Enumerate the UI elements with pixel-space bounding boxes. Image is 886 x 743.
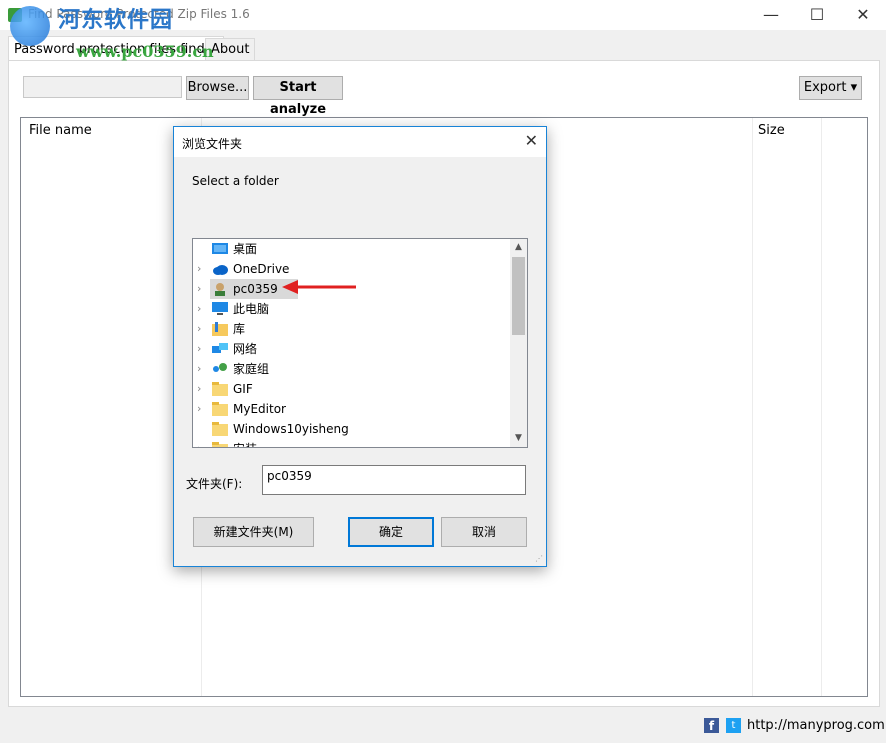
watermark-url: www.pc0359.cn	[76, 42, 214, 61]
folder-input[interactable]: pc0359	[262, 465, 526, 495]
tree-item[interactable]: › 此电脑	[193, 299, 509, 319]
folder-icon	[212, 382, 228, 396]
tree-item-label: GIF	[233, 382, 253, 396]
twitter-icon[interactable]: t	[726, 718, 741, 733]
expand-chevron-icon[interactable]: ›	[197, 359, 209, 379]
computer-icon	[212, 302, 228, 316]
browse-folder-dialog: 浏览文件夹 ✕ Select a folder 桌面 › OneDrive › pc03…	[173, 126, 547, 567]
watermark-text: 河东软件园	[58, 7, 174, 33]
dialog-close-icon[interactable]: ✕	[525, 131, 538, 150]
tree-item-label: OneDrive	[233, 262, 290, 276]
tree-item[interactable]: › OneDrive	[193, 259, 509, 279]
tree-item-label: 家庭组	[233, 362, 270, 376]
column-header-file-name[interactable]: File name	[29, 123, 92, 138]
ok-button[interactable]: 确定	[348, 517, 434, 547]
user-icon	[212, 282, 228, 296]
path-input[interactable]	[23, 76, 182, 98]
facebook-icon[interactable]: f	[704, 718, 719, 733]
folder-icon	[212, 402, 228, 416]
expand-chevron-icon[interactable]: ›	[197, 439, 209, 447]
tree-item[interactable]: › GIF	[193, 379, 509, 399]
tree-item[interactable]: › MyEditor	[193, 399, 509, 419]
tree-item-label: 桌面	[233, 242, 258, 256]
start-analyze-button[interactable]: Start analyze	[253, 76, 343, 117]
expand-chevron-icon[interactable]: ›	[197, 319, 209, 339]
tree-item-label: 此电脑	[233, 302, 270, 316]
tree-item-label: Windows10yisheng	[233, 422, 349, 436]
tree-item-label: MyEditor	[233, 402, 286, 416]
tree-scrollbar[interactable]: ▲ ▼	[510, 239, 527, 447]
expand-chevron-icon[interactable]: ›	[197, 339, 209, 359]
tree-item-label: 安装	[233, 439, 257, 447]
folder-icon	[212, 422, 228, 436]
desktop-icon	[212, 242, 228, 256]
tree-item[interactable]: Windows10yisheng	[193, 419, 509, 439]
tree-item[interactable]: › 家庭组	[193, 359, 509, 379]
column-divider	[752, 118, 753, 696]
dialog-title-bar: 浏览文件夹 ✕	[174, 127, 546, 157]
dialog-title: 浏览文件夹	[182, 137, 243, 151]
network-icon	[212, 342, 228, 356]
scroll-up-icon[interactable]: ▲	[510, 239, 527, 256]
maximize-button[interactable]: ☐	[794, 0, 840, 30]
tree-item[interactable]: › 网络	[193, 339, 509, 359]
tree-item[interactable]: › 安装	[193, 439, 509, 447]
close-button[interactable]: ✕	[840, 0, 886, 30]
column-header-size[interactable]: Size	[758, 123, 785, 138]
homegroup-icon	[212, 362, 228, 376]
scroll-thumb[interactable]	[512, 257, 525, 335]
annotation-arrow-icon	[282, 280, 356, 294]
cloud-icon	[212, 262, 228, 276]
tree-item-label: pc0359	[233, 282, 278, 296]
folder-tree[interactable]: 桌面 › OneDrive › pc0359 › 此电脑 › 库 › 网络 › 家庭组 › GIF › MyEd…	[192, 238, 528, 448]
expand-chevron-icon[interactable]: ›	[197, 379, 209, 399]
tree-item-label: 库	[233, 322, 246, 336]
new-folder-button[interactable]: 新建文件夹(M)	[193, 517, 314, 547]
expand-chevron-icon[interactable]: ›	[197, 399, 209, 419]
browse-button[interactable]: Browse...	[186, 76, 249, 100]
export-button[interactable]: Export ▾	[799, 76, 862, 100]
website-link[interactable]: http://manyprog.com	[747, 718, 885, 733]
dialog-description: Select a folder	[192, 174, 279, 188]
library-icon	[212, 322, 228, 336]
expand-chevron-icon[interactable]: ›	[197, 279, 209, 299]
tree-item[interactable]: › 库	[193, 319, 509, 339]
column-divider	[821, 118, 822, 696]
expand-chevron-icon[interactable]: ›	[197, 299, 209, 319]
expand-chevron-icon[interactable]: ›	[197, 259, 209, 279]
tree-item[interactable]: 桌面	[193, 239, 509, 259]
watermark-logo-icon	[10, 6, 50, 46]
scroll-down-icon[interactable]: ▼	[510, 430, 527, 447]
folder-icon	[212, 442, 228, 447]
minimize-button[interactable]: —	[748, 0, 794, 30]
cancel-button[interactable]: 取消	[441, 517, 527, 547]
folder-label: 文件夹(F):	[186, 477, 243, 491]
resize-grip-icon[interactable]: ⋰	[535, 554, 543, 563]
tree-item-label: 网络	[233, 342, 258, 356]
